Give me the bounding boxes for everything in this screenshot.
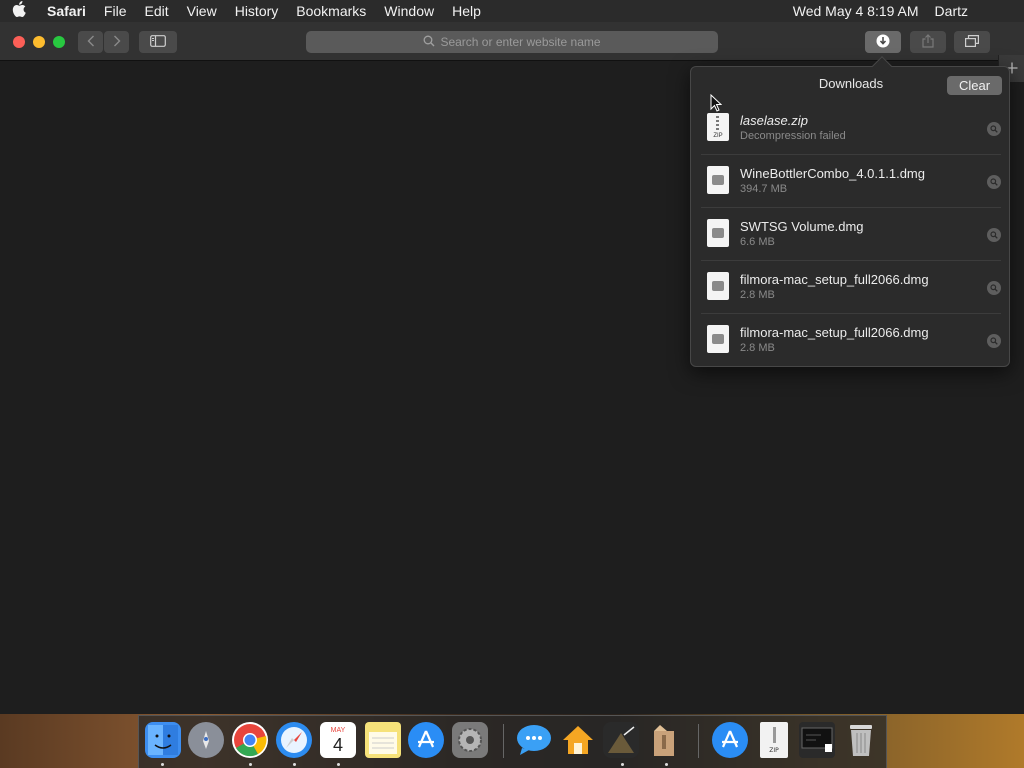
screen-recording-icon[interactable]	[799, 722, 835, 758]
zip-file-icon[interactable]: ZIP	[760, 722, 788, 758]
calendar-day: 4	[332, 734, 343, 755]
app-store-icon[interactable]	[408, 722, 444, 758]
downloads-popover: Downloads Clear ZIP laselase.zip Decompr…	[690, 56, 1011, 367]
running-indicator	[665, 763, 668, 766]
minimize-window-button[interactable]	[33, 36, 45, 48]
trash-icon[interactable]	[843, 722, 879, 758]
menu-bar: Safari File Edit View History Bookmarks …	[0, 0, 1024, 22]
rosetta-stone-icon[interactable]	[603, 722, 639, 758]
show-tabs-button[interactable]	[954, 31, 990, 53]
downloads-list: ZIP laselase.zip Decompression failed Wi…	[691, 102, 1011, 367]
unarchiver-icon[interactable]	[646, 722, 682, 758]
forward-button[interactable]	[104, 31, 129, 53]
system-preferences-icon[interactable]	[452, 722, 488, 758]
disk-image-icon	[707, 219, 729, 247]
menu-clock[interactable]: Wed May 4 8:19 AM	[785, 3, 927, 19]
running-indicator	[161, 763, 164, 766]
menu-bookmarks[interactable]: Bookmarks	[287, 0, 375, 22]
sidebar-icon	[150, 34, 166, 50]
dock-separator	[698, 724, 699, 758]
download-item[interactable]: filmora-mac_setup_full2066.dmg 2.8 MB	[701, 314, 1001, 367]
address-bar[interactable]: Search or enter website name	[306, 31, 718, 53]
close-window-button[interactable]	[13, 36, 25, 48]
download-item[interactable]: SWTSG Volume.dmg 6.6 MB	[701, 208, 1001, 261]
calendar-icon[interactable]: MAY 4	[320, 722, 356, 758]
eject-icon[interactable]	[769, 3, 785, 19]
chevron-left-icon	[87, 35, 95, 50]
download-item[interactable]: WineBottlerCombo_4.0.1.1.dmg 394.7 MB	[701, 155, 1001, 208]
notes-icon[interactable]	[365, 722, 401, 758]
menu-app-name[interactable]: Safari	[38, 0, 95, 22]
chevron-right-icon	[113, 35, 121, 50]
calendar-month: MAY	[330, 726, 346, 734]
menu-window[interactable]: Window	[375, 0, 443, 22]
zoom-window-button[interactable]	[53, 36, 65, 48]
download-filename: WineBottlerCombo_4.0.1.1.dmg	[740, 166, 925, 181]
menu-edit[interactable]: Edit	[135, 0, 177, 22]
apple-menu-icon[interactable]	[0, 1, 38, 21]
finder-icon[interactable]	[145, 722, 181, 758]
dock-separator	[503, 724, 504, 758]
menu-history[interactable]: History	[226, 0, 288, 22]
download-item[interactable]: ZIP laselase.zip Decompression failed	[701, 102, 1001, 155]
menu-file[interactable]: File	[95, 0, 136, 22]
zip-label: ZIP	[713, 133, 723, 139]
reveal-in-finder-icon[interactable]	[987, 281, 1001, 295]
search-icon	[423, 35, 435, 50]
downloads-button[interactable]	[865, 31, 901, 53]
siri-icon[interactable]	[992, 3, 1008, 19]
messages-icon[interactable]	[516, 722, 552, 758]
download-filename: filmora-mac_setup_full2066.dmg	[740, 272, 929, 287]
zip-file-label: ZIP	[769, 747, 779, 754]
menu-user[interactable]: Dartz	[927, 3, 976, 19]
tabs-overview-icon	[965, 34, 979, 50]
disk-image-icon	[707, 166, 729, 194]
download-filename: laselase.zip	[740, 113, 808, 128]
back-button[interactable]	[78, 31, 103, 53]
download-size: 394.7 MB	[740, 183, 788, 195]
download-size: 6.6 MB	[740, 236, 775, 248]
launchpad-icon[interactable]	[188, 722, 224, 758]
download-filename: SWTSG Volume.dmg	[740, 219, 864, 234]
notification-center-icon[interactable]	[1008, 3, 1024, 19]
disk-image-icon	[707, 272, 729, 300]
safari-icon[interactable]	[276, 722, 312, 758]
mouse-pointer-icon	[710, 93, 723, 117]
spotlight-search-icon[interactable]	[976, 3, 992, 19]
toolbar: Search or enter website name	[0, 22, 1024, 61]
sidebar-toggle-button[interactable]	[139, 31, 177, 53]
reveal-in-finder-icon[interactable]	[987, 122, 1001, 136]
share-button[interactable]	[910, 31, 946, 53]
running-indicator	[293, 763, 296, 766]
download-size: 2.8 MB	[740, 289, 775, 301]
app-store-folder-icon[interactable]	[712, 722, 748, 758]
running-indicator	[337, 763, 340, 766]
home-icon[interactable]	[560, 722, 596, 758]
download-status: Decompression failed	[740, 130, 846, 142]
zip-file-icon: ZIP	[707, 113, 729, 141]
download-icon	[876, 34, 890, 51]
disk-image-icon	[707, 325, 729, 353]
download-item[interactable]: filmora-mac_setup_full2066.dmg 2.8 MB	[701, 261, 1001, 314]
dock: MAY 4 ZIP	[138, 715, 887, 768]
reveal-in-finder-icon[interactable]	[987, 334, 1001, 348]
download-size: 2.8 MB	[740, 342, 775, 354]
menu-help[interactable]: Help	[443, 0, 490, 22]
running-indicator	[621, 763, 624, 766]
running-indicator	[249, 763, 252, 766]
reveal-in-finder-icon[interactable]	[987, 228, 1001, 242]
download-filename: filmora-mac_setup_full2066.dmg	[740, 325, 929, 340]
share-icon	[922, 33, 934, 51]
chrome-icon[interactable]	[232, 722, 268, 758]
reveal-in-finder-icon[interactable]	[987, 175, 1001, 189]
clear-downloads-button[interactable]: Clear	[947, 76, 1002, 95]
menu-view[interactable]: View	[178, 0, 226, 22]
address-placeholder: Search or enter website name	[440, 35, 601, 49]
